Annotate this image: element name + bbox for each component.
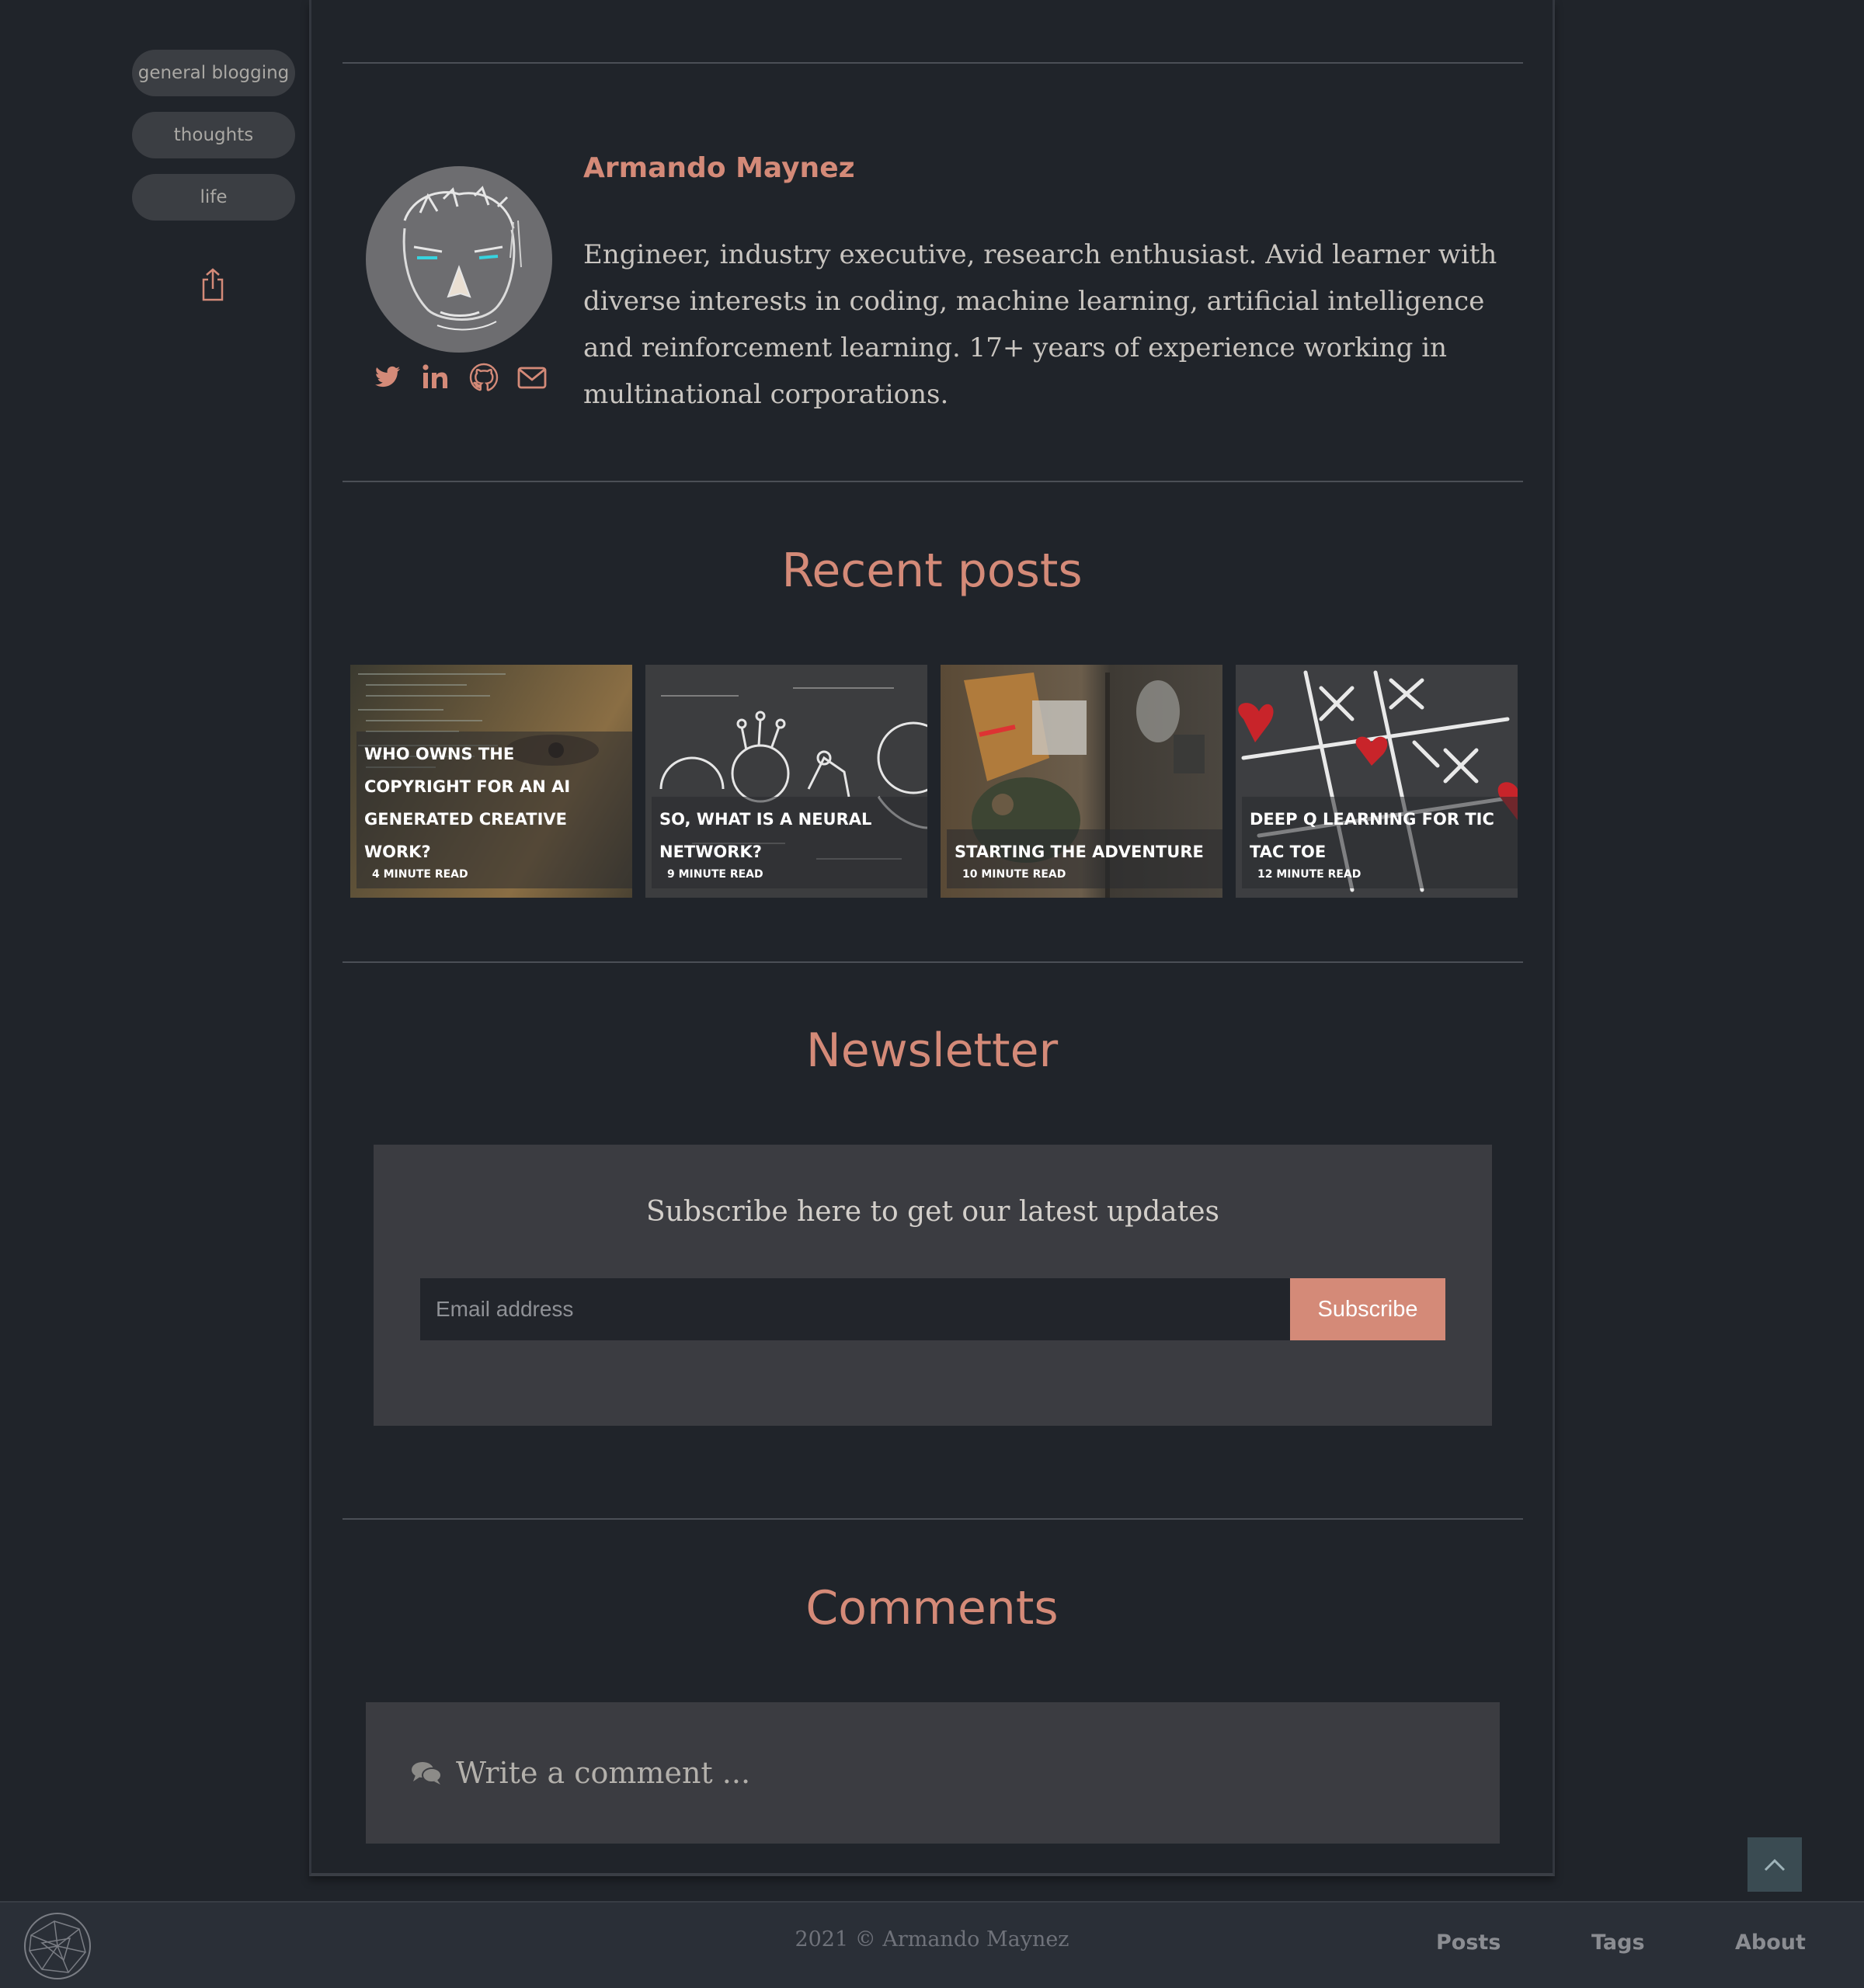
author-name[interactable]: Armando Maynez: [583, 152, 855, 184]
footer: 2021 © Armando Maynez Posts Tags About: [0, 1901, 1864, 1988]
recent-posts-list: Who owns the copyright for an AI generat…: [350, 665, 1523, 898]
back-to-top-button[interactable]: [1748, 1837, 1802, 1892]
subscribe-button[interactable]: Subscribe: [1290, 1278, 1445, 1340]
recent-posts-title: Recent posts: [781, 544, 1083, 598]
comment-input[interactable]: Write a comment ...: [366, 1702, 1500, 1844]
post-read-time: 12 minute read: [1257, 868, 1361, 881]
post-title[interactable]: Deep Q Learning for Tic Tac Toe: [1250, 803, 1510, 868]
newsletter-title: Newsletter: [805, 1024, 1059, 1078]
post-caption: Starting the adventure 10 minute read: [947, 829, 1222, 888]
newsletter-box: Subscribe here to get our latest updates…: [374, 1145, 1492, 1426]
author-socials: [372, 362, 551, 393]
copyright: 2021 © Armando Maynez: [795, 1927, 1069, 1952]
post-card[interactable]: Who owns the copyright for an AI generat…: [350, 665, 632, 898]
post-title[interactable]: Starting the adventure: [955, 836, 1215, 868]
tag-thoughts[interactable]: thoughts: [132, 112, 295, 158]
chevron-up-icon: [1764, 1858, 1786, 1872]
email-icon[interactable]: [516, 362, 548, 393]
share-icon[interactable]: [197, 267, 228, 301]
nav-posts[interactable]: Posts: [1436, 1931, 1501, 1955]
post-title[interactable]: So, what is a Neural Network?: [659, 803, 920, 868]
github-icon[interactable]: [468, 362, 499, 393]
post-card[interactable]: Starting the adventure 10 minute read: [941, 665, 1222, 898]
tag-general-blogging[interactable]: general blogging: [132, 50, 295, 96]
linkedin-icon[interactable]: [420, 362, 451, 393]
post-card[interactable]: Deep Q Learning for Tic Tac Toe 12 minut…: [1236, 665, 1518, 898]
comments-title: Comments: [805, 1581, 1059, 1635]
post-read-time: 4 minute read: [372, 868, 468, 881]
divider: [343, 1518, 1523, 1520]
post-read-time: 10 minute read: [962, 868, 1066, 881]
email-field[interactable]: [420, 1278, 1290, 1340]
author-bio: Engineer, industry executive, research e…: [583, 239, 1497, 410]
post-read-time: 9 minute read: [667, 868, 763, 881]
post-card[interactable]: So, what is a Neural Network? 9 minute r…: [645, 665, 927, 898]
post-caption: So, what is a Neural Network? 9 minute r…: [652, 797, 927, 888]
nav-about[interactable]: About: [1735, 1931, 1806, 1955]
twitter-icon[interactable]: [372, 362, 403, 393]
comments-icon: [412, 1762, 442, 1785]
author-avatar: [366, 166, 552, 353]
main-panel: Armando Maynez Engineer, industry execut…: [309, 0, 1555, 1876]
nav-tags[interactable]: Tags: [1591, 1931, 1645, 1955]
post-caption: Deep Q Learning for Tic Tac Toe 12 minut…: [1242, 797, 1518, 888]
divider: [343, 961, 1523, 963]
post-title[interactable]: Who owns the copyright for an AI generat…: [364, 738, 624, 868]
comment-placeholder: Write a comment ...: [456, 1756, 751, 1790]
newsletter-text: Subscribe here to get our latest updates: [646, 1196, 1219, 1228]
divider: [343, 62, 1523, 64]
post-caption: Who owns the copyright for an AI generat…: [356, 732, 632, 888]
tag-life[interactable]: life: [132, 174, 295, 221]
divider: [343, 481, 1523, 482]
